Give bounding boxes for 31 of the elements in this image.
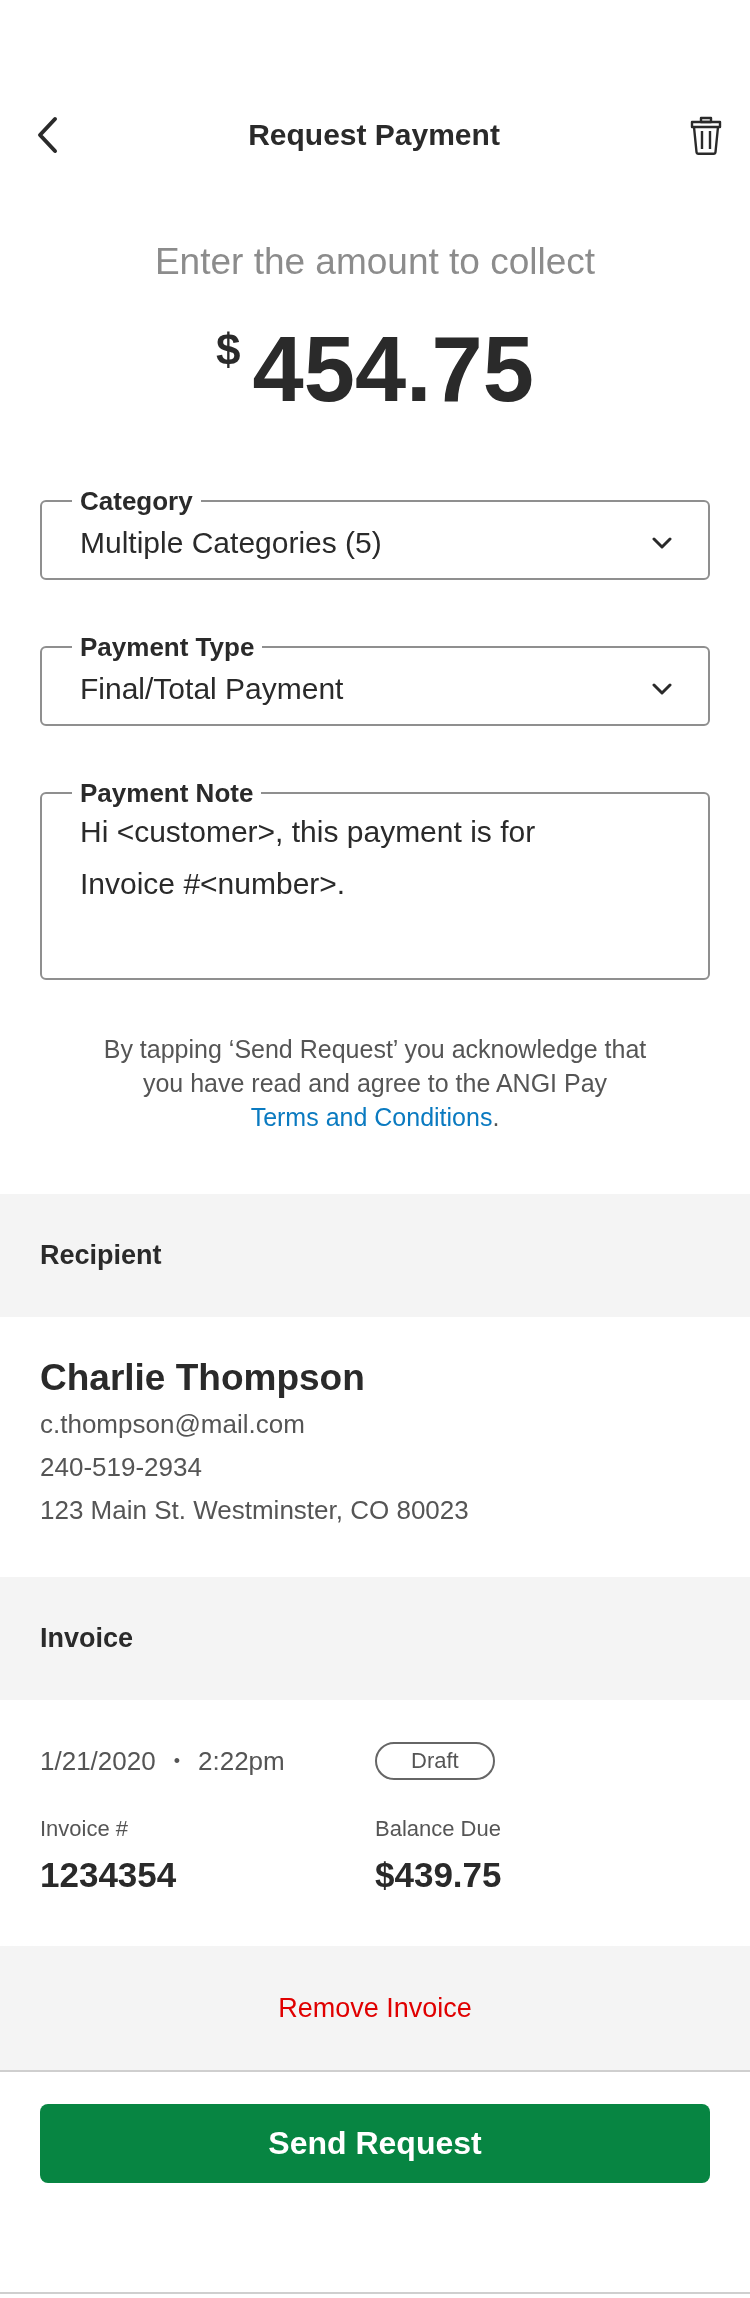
recipient-email: c.thompson@mail.com (40, 1408, 306, 1441)
amount-value: 454.75 (252, 319, 534, 419)
recipient-address: 123 Main St. Westminster, CO 80023 (40, 1494, 470, 1527)
section-title: Recipient (40, 1240, 162, 1271)
chevron-down-icon (652, 683, 672, 695)
separator-dot: • (173, 1750, 180, 1772)
screen-title: Request Payment (248, 118, 500, 152)
delete-button[interactable] (690, 115, 722, 155)
currency-symbol: $ (216, 325, 241, 375)
back-button[interactable] (36, 116, 58, 154)
send-request-button[interactable]: Send Request (40, 2104, 710, 2183)
recipient-phone: 240-519-2934 (40, 1451, 203, 1484)
field-label: Payment Note (79, 778, 255, 808)
field-label: Payment Type (79, 632, 256, 662)
invoice-date: 1/21/2020 (40, 1745, 156, 1777)
field-value: 1234354 (40, 1854, 178, 1896)
invoice-time: 2:22pm (198, 1745, 285, 1777)
status-badge: Draft (375, 1742, 495, 1780)
field-value: $439.75 (375, 1854, 503, 1896)
section-title: Invoice (40, 1623, 134, 1654)
field-label: Category (79, 486, 194, 516)
field-caption: Balance Due (375, 1815, 502, 1843)
terms-notice: By tapping ‘Send Request’ you acknowledge that you have read and agree to the ANGI Pay Terms and Conditions. (102, 1034, 648, 1133)
remove-invoice-link[interactable]: Remove Invoice (270, 1988, 480, 2028)
field-caption: Invoice # (40, 1815, 130, 1843)
trash-icon (690, 115, 722, 155)
terms-link[interactable]: Terms and Conditions (250, 1103, 493, 1131)
chevron-down-icon (652, 537, 672, 549)
recipient-name: Charlie Thompson (40, 1356, 366, 1400)
amount-prompt: Enter the amount to collect (153, 240, 597, 284)
back-icon (36, 116, 58, 154)
